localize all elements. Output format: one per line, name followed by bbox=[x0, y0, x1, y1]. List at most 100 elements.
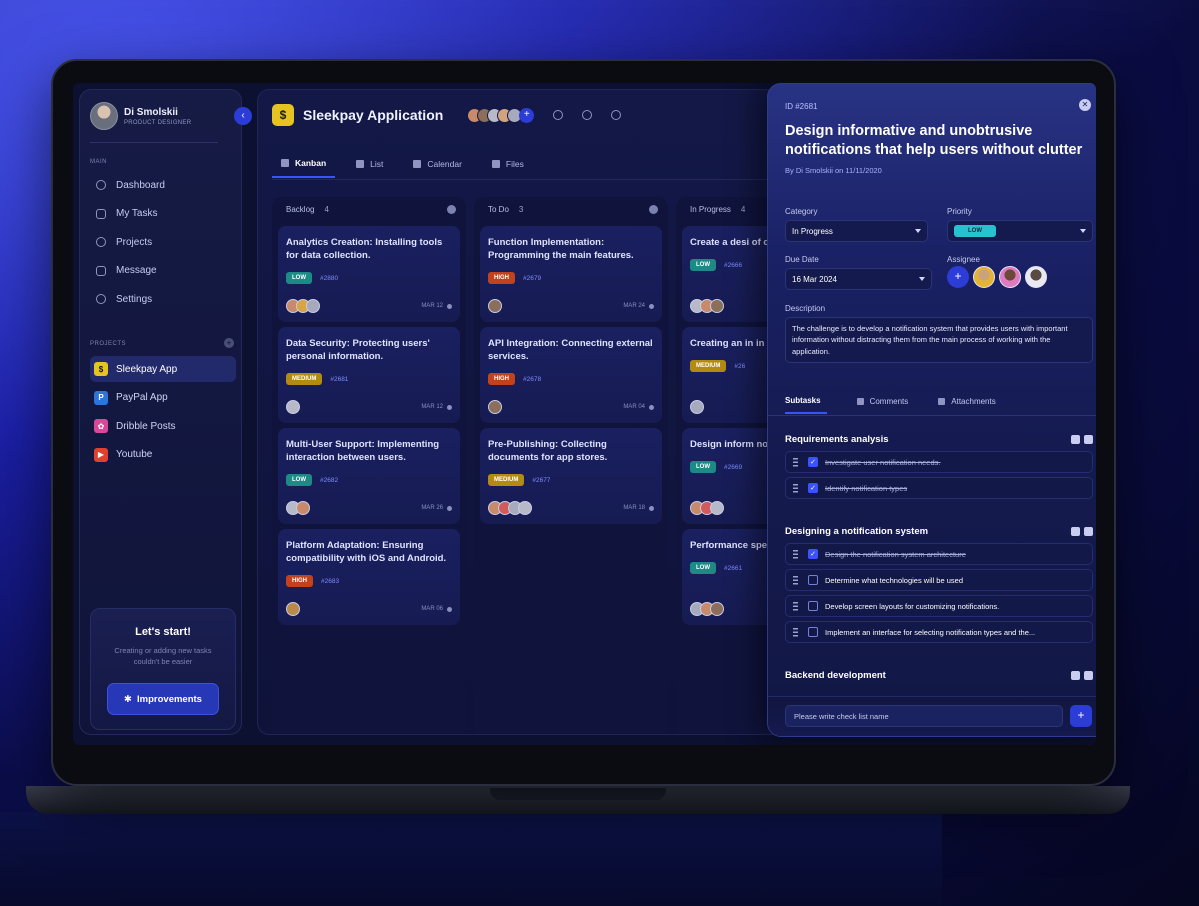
tab-subtasks[interactable]: Subtasks bbox=[785, 388, 827, 414]
task-card[interactable]: Analytics Creation: Installing tools for… bbox=[278, 226, 460, 322]
sidebar-item-settings[interactable]: Settings bbox=[90, 286, 236, 312]
task-card[interactable]: Platform Adaptation: Ensuring compatibil… bbox=[278, 529, 460, 625]
delete-icon[interactable] bbox=[1084, 526, 1093, 536]
clock-icon bbox=[447, 303, 452, 309]
tab-kanban[interactable]: Kanban bbox=[272, 150, 336, 178]
task-detail-panel: ID #2681 ✕ Design informative and unobtr… bbox=[767, 83, 1096, 737]
subtask-item[interactable]: ✓ Identify notification types bbox=[785, 477, 1093, 499]
close-button[interactable]: ✕ bbox=[1079, 99, 1091, 111]
subtask-item[interactable]: Develop screen layouts for customizing n… bbox=[785, 595, 1093, 617]
description-field[interactable]: The challenge is to develop a notificati… bbox=[785, 317, 1093, 363]
home-icon bbox=[96, 180, 106, 190]
subtask-checkbox[interactable] bbox=[808, 601, 818, 611]
star-icon[interactable] bbox=[553, 110, 564, 120]
sidebar-item-dribble[interactable]: ✿ Dribble Posts bbox=[90, 413, 236, 439]
delete-icon[interactable] bbox=[1084, 670, 1093, 680]
lock-icon[interactable] bbox=[582, 110, 593, 120]
subtask-item[interactable]: Determine what technologies will be used bbox=[785, 569, 1093, 591]
subtask-item[interactable]: ✓ Investigate user notification needs. bbox=[785, 451, 1093, 473]
add-checklist-button[interactable]: + bbox=[1070, 705, 1092, 727]
drag-handle-icon[interactable] bbox=[793, 483, 798, 493]
drag-handle-icon[interactable] bbox=[793, 457, 798, 467]
tab-label: Calendar bbox=[427, 159, 462, 169]
add-project-button[interactable]: + bbox=[224, 338, 234, 348]
subtask-text: Identify notification types bbox=[825, 483, 908, 493]
sidebar-item-my-tasks[interactable]: My Tasks bbox=[90, 201, 236, 227]
clock-icon bbox=[447, 505, 452, 511]
delete-icon[interactable] bbox=[1084, 434, 1093, 444]
card-id: #2661 bbox=[724, 564, 743, 572]
tab-comments[interactable]: Comments bbox=[856, 388, 908, 414]
collapse-sidebar-button[interactable]: ‹ bbox=[234, 107, 252, 125]
task-card[interactable]: Multi-User Support: Implementing interac… bbox=[278, 428, 460, 524]
add-card-button[interactable] bbox=[649, 204, 658, 214]
avatar bbox=[710, 602, 724, 616]
category-value: In Progress bbox=[792, 226, 833, 236]
subtask-item[interactable]: ✓ Design the notification system architec… bbox=[785, 543, 1093, 565]
subtask-checkbox[interactable]: ✓ bbox=[808, 483, 818, 493]
avatar[interactable] bbox=[999, 266, 1021, 288]
drag-handle-icon[interactable] bbox=[793, 601, 798, 611]
subtask-text: Implement an interface for selecting not… bbox=[825, 627, 1036, 637]
add-icon[interactable] bbox=[1071, 526, 1080, 536]
add-card-button[interactable] bbox=[447, 204, 456, 214]
clock-icon bbox=[447, 404, 452, 410]
gear-icon[interactable] bbox=[611, 110, 622, 120]
task-card[interactable]: API Integration: Connecting external ser… bbox=[480, 327, 662, 423]
card-id: #2682 bbox=[320, 476, 339, 484]
column-count: 4 bbox=[324, 204, 329, 214]
folder-icon bbox=[491, 160, 500, 168]
camera-notch bbox=[533, 61, 639, 79]
subtask-checkbox[interactable]: ✓ bbox=[808, 549, 818, 559]
avatar[interactable] bbox=[973, 266, 995, 288]
chevron-down-icon bbox=[915, 229, 921, 233]
member-avatars[interactable]: + bbox=[467, 107, 535, 123]
sidebar-item-label: Projects bbox=[116, 236, 153, 248]
improvements-button[interactable]: ✱ Improvements bbox=[107, 683, 219, 715]
tab-attachments[interactable]: Attachments bbox=[938, 388, 996, 414]
priority-select[interactable]: LOW bbox=[947, 220, 1093, 242]
drag-handle-icon[interactable] bbox=[793, 575, 798, 585]
avatar bbox=[710, 299, 724, 313]
drag-handle-icon[interactable] bbox=[793, 549, 798, 559]
subtask-item[interactable]: Implement an interface for selecting not… bbox=[785, 621, 1093, 643]
checklist-name-input[interactable]: Please write check list name bbox=[785, 705, 1063, 727]
category-select[interactable]: In Progress bbox=[785, 220, 928, 242]
column-title: To Do bbox=[488, 204, 509, 214]
priority-badge: MEDIUM bbox=[690, 360, 727, 372]
add-icon[interactable] bbox=[1071, 434, 1080, 444]
task-card[interactable]: Function Implementation: Programming the… bbox=[480, 226, 662, 322]
sidebar-item-message[interactable]: Message bbox=[90, 258, 236, 284]
add-assignee-button[interactable]: + bbox=[947, 266, 969, 288]
priority-badge: MEDIUM bbox=[286, 373, 323, 385]
laptop-hinge bbox=[490, 788, 666, 800]
sidebar-item-dashboard[interactable]: Dashboard bbox=[90, 172, 236, 198]
list-icon bbox=[356, 160, 365, 168]
add-icon[interactable] bbox=[1071, 670, 1080, 680]
sidebar-item-label: My Tasks bbox=[116, 208, 158, 219]
task-card[interactable]: Data Security: Protecting users' persona… bbox=[278, 327, 460, 423]
divider bbox=[90, 142, 218, 143]
avatar[interactable] bbox=[1025, 266, 1047, 288]
tab-label: Files bbox=[505, 159, 524, 169]
user-profile[interactable]: Di Smolskii PRODUCT DESIGNER bbox=[90, 102, 191, 130]
subtask-checkbox[interactable] bbox=[808, 575, 818, 585]
sidebar-item-projects[interactable]: Projects bbox=[90, 229, 236, 255]
tab-list[interactable]: List bbox=[347, 150, 392, 178]
subtask-checkbox[interactable] bbox=[808, 627, 818, 637]
tab-calendar[interactable]: Calendar bbox=[404, 150, 471, 178]
add-member-button[interactable]: + bbox=[519, 107, 535, 123]
task-card[interactable]: Pre-Publishing: Collecting documents for… bbox=[480, 428, 662, 524]
subtask-group: Designing a notification system ✓ Design … bbox=[785, 523, 1093, 643]
sidebar-item-sleekpay[interactable]: $ Sleekpay App bbox=[90, 356, 236, 382]
due-date-select[interactable]: 16 Mar 2024 bbox=[785, 268, 932, 290]
subtask-checkbox[interactable]: ✓ bbox=[808, 457, 818, 467]
tab-files[interactable]: Files bbox=[483, 150, 533, 178]
promo-card: Let's start! Creating or adding new task… bbox=[90, 608, 236, 730]
sidebar-item-youtube[interactable]: ▶ Youtube bbox=[90, 442, 236, 468]
drag-handle-icon[interactable] bbox=[793, 627, 798, 637]
sidebar-item-paypal[interactable]: P PayPal App bbox=[90, 385, 236, 411]
priority-badge: LOW bbox=[690, 461, 716, 473]
group-title: Requirements analysis bbox=[785, 433, 889, 445]
task-title: Design informative and unobtrusive notif… bbox=[785, 123, 1083, 158]
